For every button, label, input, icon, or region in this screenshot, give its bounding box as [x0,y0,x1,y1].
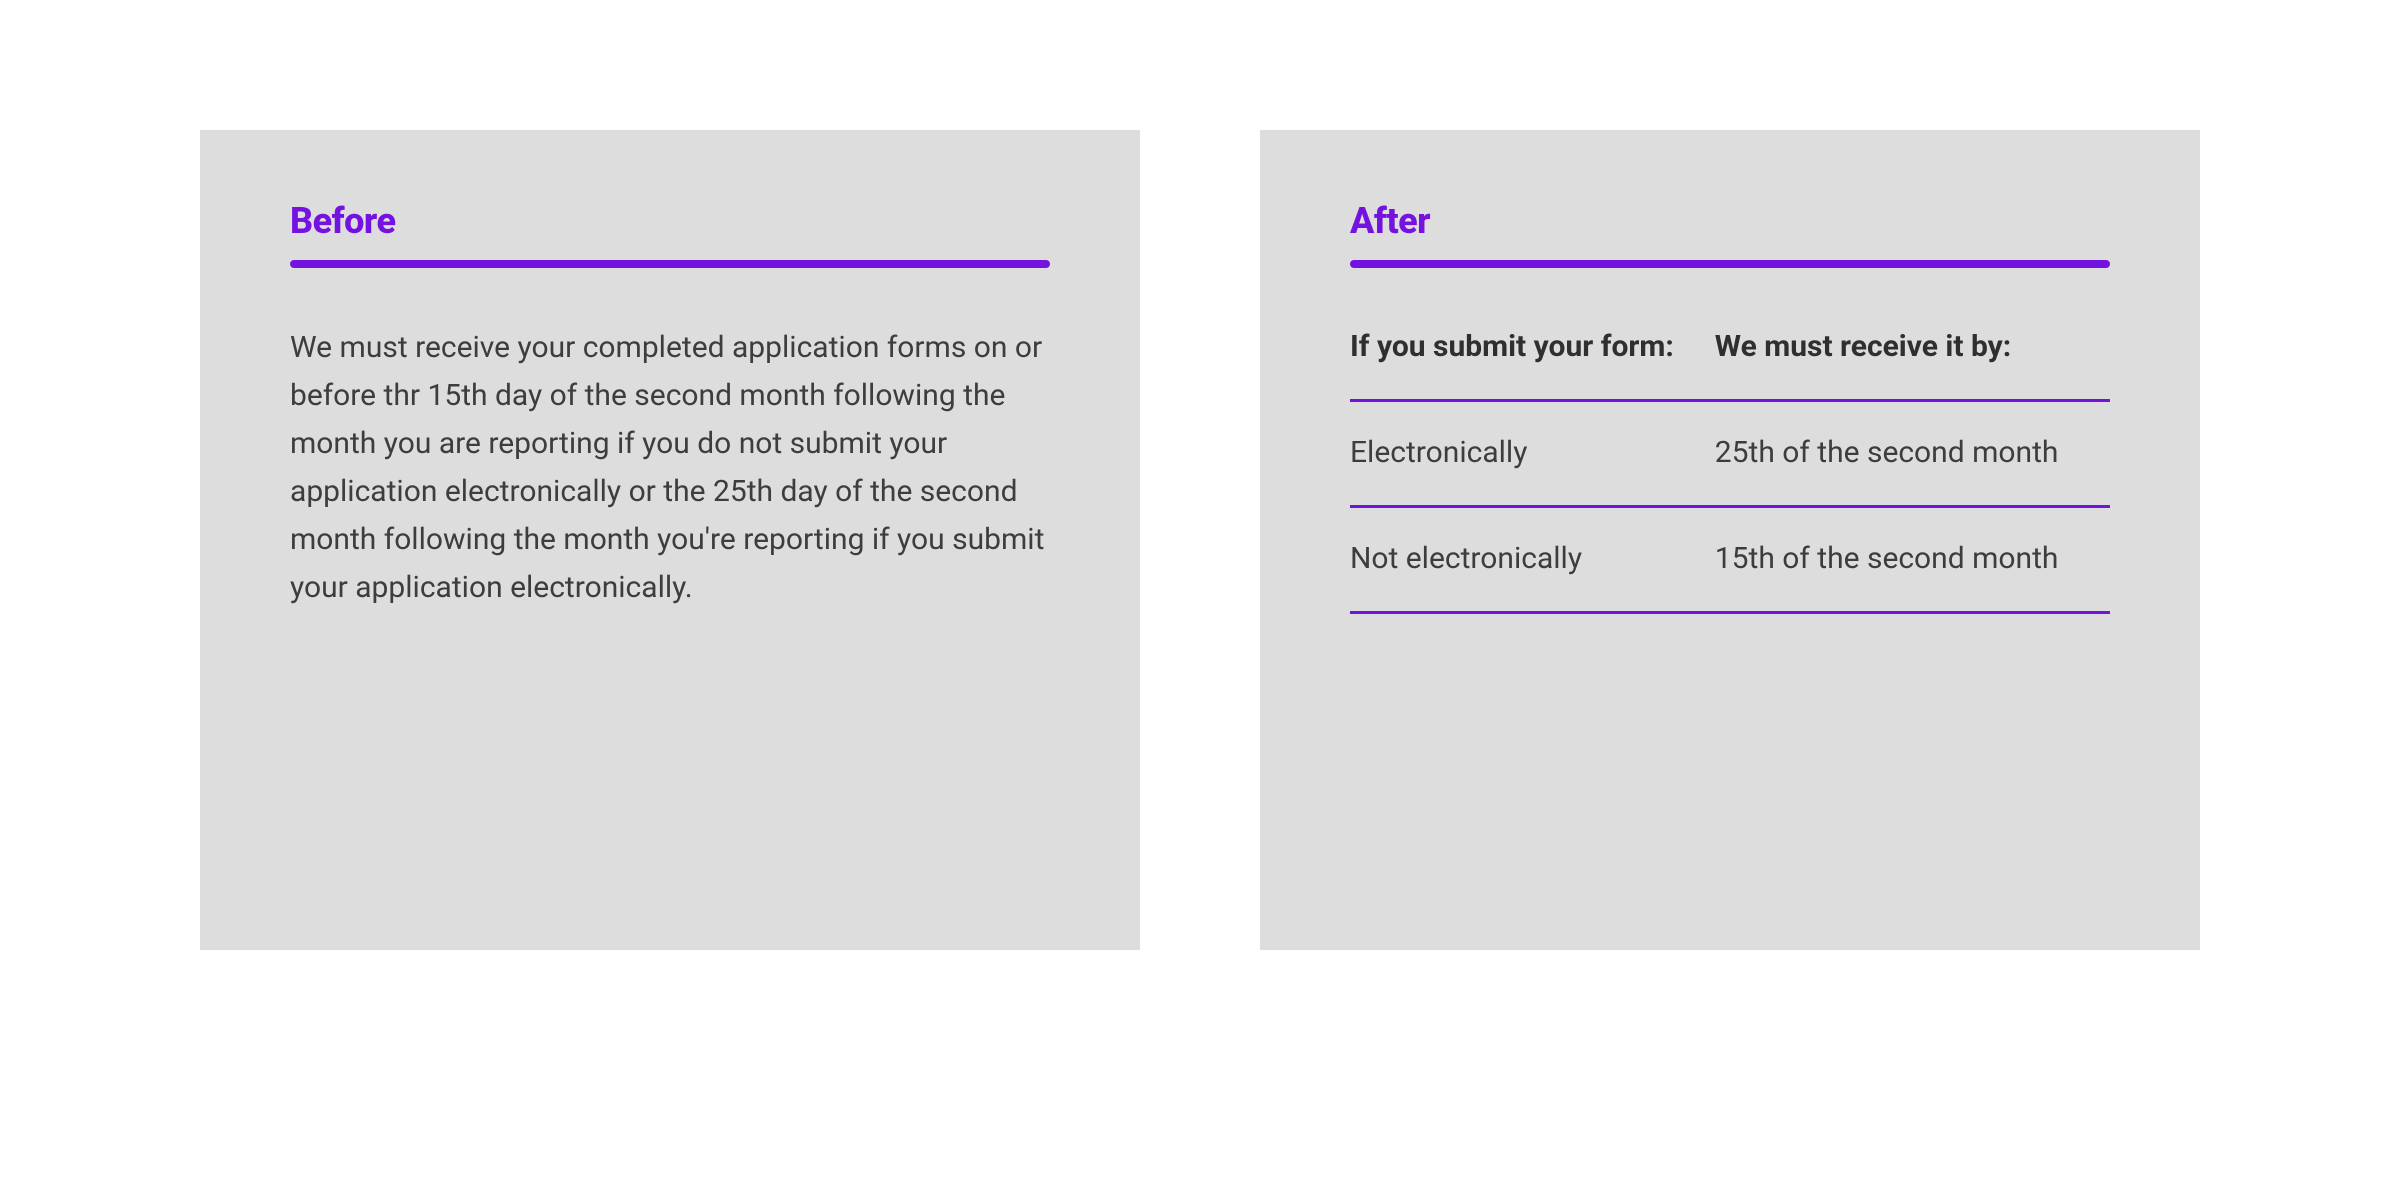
table-header-right: We must receive it by: [1715,324,2110,369]
table-row: Electronically 25th of the second month [1350,402,2110,508]
before-text: We must receive your completed applicati… [290,324,1050,612]
table-cell-right: 15th of the second month [1715,536,2110,581]
table-row: Not electronically 15th of the second mo… [1350,508,2110,614]
after-panel: After If you submit your form: We must r… [1260,130,2200,950]
table-cell-right: 25th of the second month [1715,430,2110,475]
table-cell-left: Not electronically [1350,536,1715,581]
table-header-row: If you submit your form: We must receive… [1350,324,2110,402]
after-table: If you submit your form: We must receive… [1350,324,2110,614]
after-heading: After [1350,200,2110,242]
table-header-left: If you submit your form: [1350,324,1715,369]
before-rule [290,260,1050,268]
before-heading: Before [290,200,1050,242]
after-rule [1350,260,2110,268]
before-panel: Before We must receive your completed ap… [200,130,1140,950]
table-cell-left: Electronically [1350,430,1715,475]
